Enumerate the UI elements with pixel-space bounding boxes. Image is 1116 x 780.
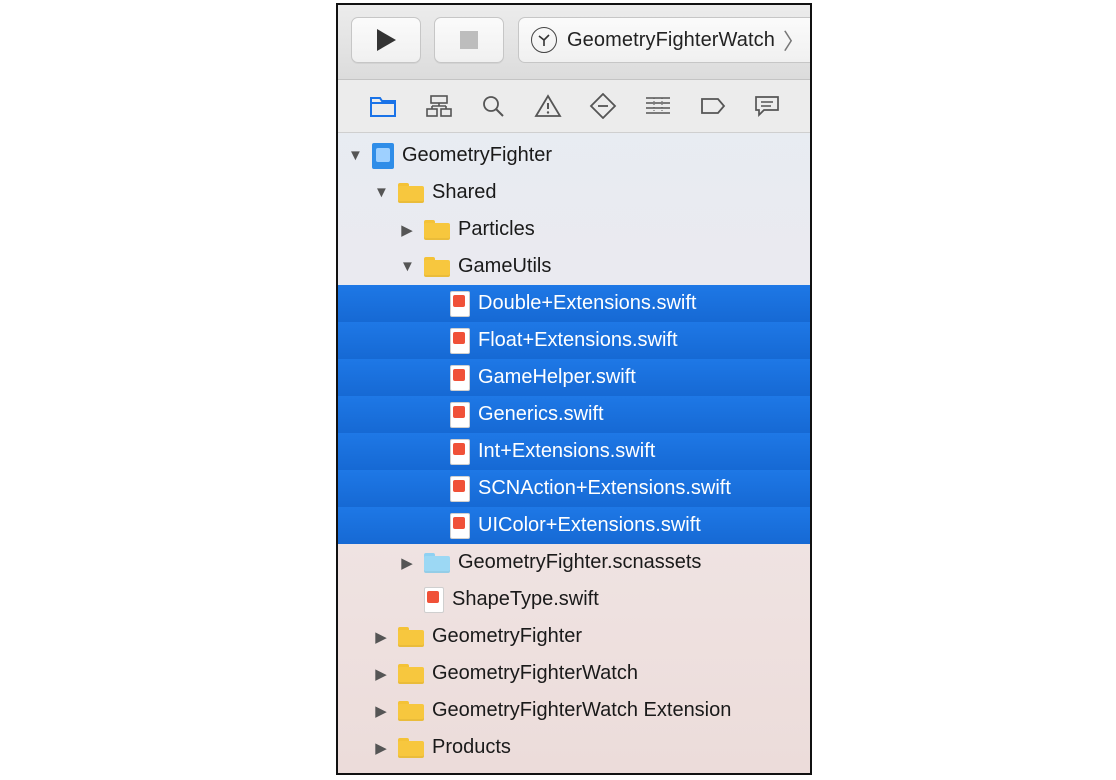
tree-item-label: GameHelper.swift [478, 366, 636, 388]
tree-row[interactable]: Float+Extensions.swift [338, 322, 810, 359]
tree-item-label: GeometryFighterWatch Extension [432, 699, 732, 721]
swift-file-icon [424, 586, 444, 613]
tree-item-label: Shared [432, 181, 497, 203]
swift-file-icon [450, 401, 470, 428]
tree-item-label: Double+Extensions.swift [478, 292, 697, 314]
tree-item-label: GeometryFighter [402, 144, 553, 166]
list-icon [646, 97, 670, 114]
disclosure-expanded-icon[interactable]: ▼ [348, 147, 363, 164]
tree-item-label: GeometryFighter.scnassets [458, 551, 702, 573]
xcode-project-icon [372, 142, 394, 169]
tree-item-label: Float+Extensions.swift [478, 329, 678, 351]
tree-item-label: UIColor+Extensions.swift [478, 514, 701, 536]
diamond-minus-icon [589, 93, 617, 119]
breakpoint-icon [701, 98, 726, 114]
scheme-selector[interactable]: GeometryFighterWatch 〉 [518, 17, 810, 63]
tree-row[interactable]: ShapeType.swift [338, 581, 810, 618]
tab-report-navigator[interactable] [752, 93, 782, 119]
toolbar: GeometryFighterWatch 〉 [338, 5, 810, 80]
tree-item-label: GeometryFighter [432, 625, 583, 647]
swift-file-icon [450, 512, 470, 539]
xcode-navigator-panel: GeometryFighterWatch 〉 ▼ GeometryFighter ▼ [336, 3, 812, 775]
swift-file-icon [450, 364, 470, 391]
disclosure-collapsed-icon[interactable]: ▶ [374, 628, 388, 646]
watch-icon [531, 27, 557, 53]
tree-item-label: Int+Extensions.swift [478, 440, 656, 462]
swift-file-icon [450, 475, 470, 502]
folder-icon [370, 97, 396, 117]
folder-icon [398, 700, 424, 721]
tree-row[interactable]: ▶ GeometryFighter.scnassets [338, 544, 810, 581]
run-button[interactable] [351, 17, 421, 63]
folder-icon [398, 737, 424, 758]
navigator-tab-bar [338, 80, 810, 133]
tree-row[interactable]: ▼ GeometryFighter [338, 137, 810, 174]
disclosure-expanded-icon[interactable]: ▼ [400, 258, 415, 275]
tree-row[interactable]: ▶ GeometryFighterWatch Extension [338, 692, 810, 729]
tab-find-navigator[interactable] [478, 93, 508, 119]
tree-row[interactable]: ▼ GameUtils [338, 248, 810, 285]
tab-breakpoint-navigator[interactable] [698, 93, 728, 119]
swift-file-icon [450, 290, 470, 317]
folder-icon [424, 256, 450, 277]
search-icon [483, 96, 504, 117]
hierarchy-icon [426, 95, 452, 117]
disclosure-collapsed-icon[interactable]: ▶ [400, 221, 414, 239]
tree-item-label: Particles [458, 218, 535, 240]
tree-row[interactable]: ▶ GeometryFighterWatch [338, 655, 810, 692]
folder-icon [398, 663, 424, 684]
tab-symbol-navigator[interactable] [424, 93, 454, 119]
stop-icon [460, 31, 478, 49]
tab-project-navigator[interactable] [368, 93, 398, 119]
scheme-name: GeometryFighterWatch [567, 28, 775, 51]
folder-icon [424, 219, 450, 240]
tree-item-label: SCNAction+Extensions.swift [478, 477, 731, 499]
asset-folder-icon [424, 552, 450, 573]
tree-row[interactable]: Double+Extensions.swift [338, 285, 810, 322]
tab-test-navigator[interactable] [588, 93, 618, 119]
warning-icon [534, 94, 562, 117]
disclosure-collapsed-icon[interactable]: ▶ [400, 554, 414, 572]
disclosure-collapsed-icon[interactable]: ▶ [374, 702, 388, 720]
tree-item-label: GameUtils [458, 255, 552, 277]
tab-debug-navigator[interactable] [643, 93, 673, 119]
folder-icon [398, 182, 424, 203]
tree-item-label: Generics.swift [478, 403, 604, 425]
speech-bubble-icon [755, 96, 779, 118]
tree-row[interactable]: ▶ Products [338, 729, 810, 766]
swift-file-icon [450, 327, 470, 354]
disclosure-collapsed-icon[interactable]: ▶ [374, 665, 388, 683]
chevron-right-icon: 〉 [783, 29, 806, 54]
stop-button[interactable] [434, 17, 504, 63]
tree-row[interactable]: GameHelper.swift [338, 359, 810, 396]
tree-row[interactable]: ▶ GeometryFighter [338, 618, 810, 655]
tab-issue-navigator[interactable] [533, 93, 563, 119]
disclosure-expanded-icon[interactable]: ▼ [374, 184, 389, 201]
tree-row[interactable]: SCNAction+Extensions.swift [338, 470, 810, 507]
tree-row[interactable]: ▶ Particles [338, 211, 810, 248]
play-icon [377, 29, 396, 51]
tree-row[interactable]: Generics.swift [338, 396, 810, 433]
tree-item-label: Products [432, 736, 511, 758]
tree-item-label: ShapeType.swift [452, 588, 599, 610]
folder-icon [398, 626, 424, 647]
swift-file-icon [450, 438, 470, 465]
tree-row[interactable]: ▼ Shared [338, 174, 810, 211]
tree-item-label: GeometryFighterWatch [432, 662, 638, 684]
tree-row[interactable]: Int+Extensions.swift [338, 433, 810, 470]
disclosure-collapsed-icon[interactable]: ▶ [374, 739, 388, 757]
tree-row[interactable]: UIColor+Extensions.swift [338, 507, 810, 544]
